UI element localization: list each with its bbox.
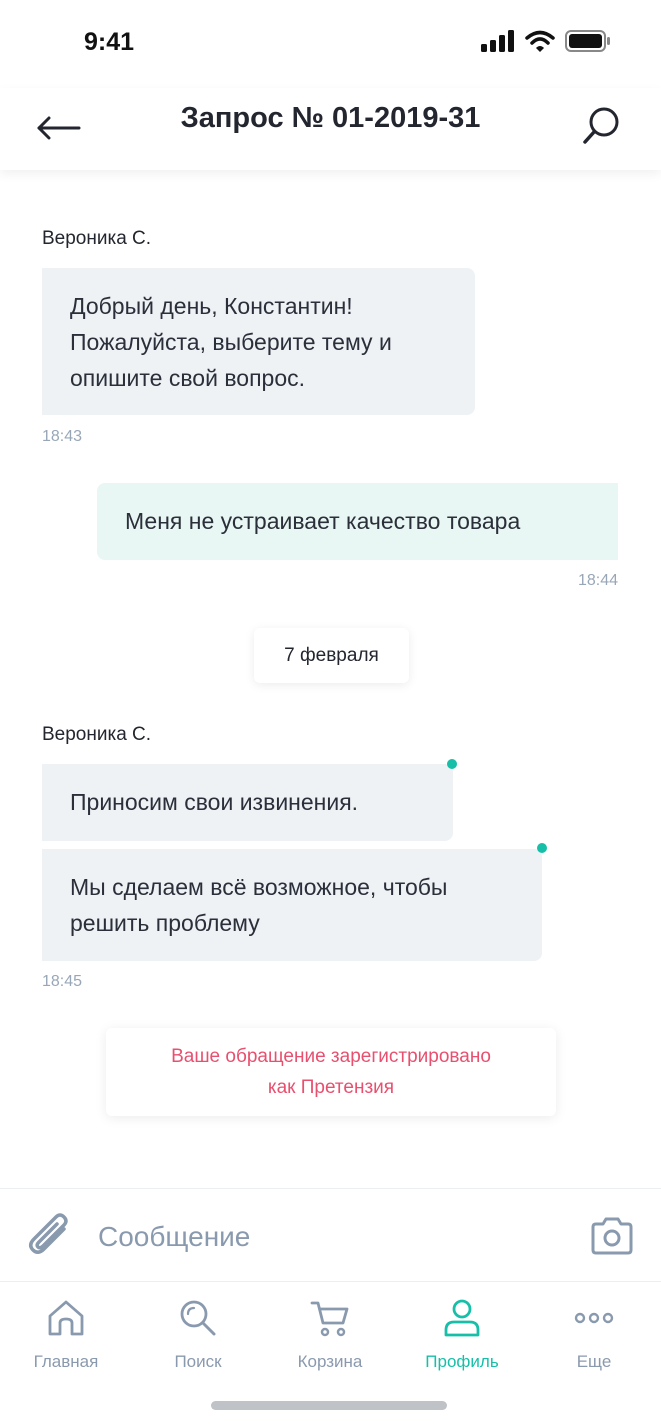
search-button[interactable] (573, 98, 629, 154)
attach-button[interactable] (24, 1211, 76, 1263)
status-icons (481, 30, 611, 52)
message-text-line: Добрый день, Константин! (70, 293, 353, 319)
tab-search[interactable]: Поиск (132, 1296, 264, 1376)
notice-text-line: Ваше обращение зарегистрировано (171, 1046, 491, 1067)
tab-label: Поиск (174, 1352, 222, 1371)
message-time: 18:43 (42, 428, 83, 445)
incoming-message: Добрый день, Константин! Пожалуйста, выб… (42, 268, 475, 415)
message-text: Меня не устраивает качество товара (125, 508, 521, 534)
paperclip-icon (29, 1213, 68, 1254)
message-time: 18:45 (42, 973, 83, 990)
wifi-icon (525, 30, 555, 52)
tab-more[interactable]: Еще (528, 1296, 660, 1376)
outgoing-message: Меня не устраивает качество товара (97, 483, 618, 560)
tab-cart[interactable]: Корзина (264, 1296, 396, 1376)
profile-icon (444, 1299, 480, 1337)
more-icon (574, 1312, 614, 1324)
status-bar: 9:41 (0, 0, 661, 88)
tab-label: Корзина (297, 1352, 363, 1371)
message-text-line: решить проблему (70, 910, 260, 936)
message-text-line: Пожалуйста, выберите тему и (70, 329, 392, 355)
battery-icon (565, 30, 610, 52)
camera-button[interactable] (589, 1215, 635, 1257)
tab-profile[interactable]: Профиль (396, 1296, 528, 1376)
unread-dot (447, 759, 457, 769)
message-sender: Вероника С. (42, 724, 152, 745)
tab-home[interactable]: Главная (0, 1296, 132, 1376)
notice-text-line: как Претензия (267, 1077, 395, 1098)
tab-label: Профиль (425, 1352, 499, 1371)
chat-area[interactable]: Вероника С. Добрый день, Константин! Пож… (0, 170, 661, 1188)
incoming-message: Приносим свои извинения. (42, 764, 453, 841)
search-icon (583, 107, 619, 144)
message-text: Приносим свои извинения. (70, 789, 359, 815)
message-time: 18:44 (577, 572, 618, 589)
search-icon (180, 1300, 216, 1336)
message-text-line: Мы сделаем всё возможное, чтобы (70, 874, 448, 900)
tab-label: Еще (576, 1352, 612, 1371)
page-title: Запрос № 01-2019-31 (180, 102, 481, 134)
cart-icon (310, 1301, 349, 1337)
unread-dot (537, 843, 547, 853)
home-icon (48, 1300, 84, 1336)
message-input[interactable] (98, 1209, 558, 1265)
message-text-line: опишите свой вопрос. (70, 365, 306, 391)
date-separator: 7 февраля (254, 628, 409, 683)
status-time: 9:41 (84, 28, 135, 56)
camera-icon (591, 1217, 633, 1255)
incoming-message: Мы сделаем всё возможное, чтобы решить п… (42, 849, 542, 961)
status-notice: Ваше обращение зарегистрировано как Прет… (106, 1028, 556, 1116)
header: Запрос № 01-2019-31 (0, 88, 661, 170)
message-composer (0, 1188, 661, 1280)
home-indicator (211, 1401, 447, 1410)
cellular-signal-icon (481, 30, 514, 52)
tab-label: Главная (33, 1352, 99, 1371)
message-sender: Вероника С. (42, 228, 152, 249)
